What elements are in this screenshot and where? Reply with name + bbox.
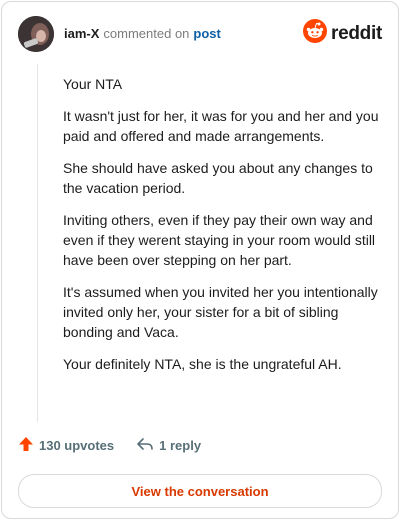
thread-line <box>37 64 38 422</box>
avatar[interactable] <box>18 16 54 52</box>
comment-paragraph: Your NTA <box>63 76 123 92</box>
comment-paragraph: Inviting others, even if they pay their … <box>63 212 376 268</box>
comment-header: iam-X commented on post reddit <box>18 16 382 52</box>
post-link[interactable]: post <box>193 26 220 41</box>
comment-actions: 130 upvotes 1 reply <box>18 436 201 455</box>
reddit-snoo-icon <box>303 19 328 48</box>
comment-paragraph: She should have asked you about any chan… <box>63 160 373 196</box>
commented-on-label: commented on <box>103 26 190 41</box>
reply-arrow-icon <box>136 436 154 455</box>
upvote-count: 130 upvotes <box>39 438 115 453</box>
comment-paragraph: It wasn't just for her, it was for you a… <box>63 108 379 144</box>
comment-paragraph: Your definitely NTA, she is the ungratef… <box>63 356 342 372</box>
view-conversation-button[interactable]: View the conversation <box>18 474 382 508</box>
reddit-wordmark: reddit <box>331 22 382 44</box>
upvote-button[interactable]: 130 upvotes <box>18 436 114 455</box>
comment-card: iam-X commented on post reddit Your NTA … <box>1 1 399 519</box>
reply-button[interactable]: 1 reply <box>136 436 201 455</box>
reply-count: 1 reply <box>159 438 202 453</box>
reddit-logo[interactable]: reddit <box>303 19 382 48</box>
arrow-up-icon <box>18 436 34 455</box>
comment-paragraph: It's assumed when you invited her you in… <box>63 284 378 340</box>
username[interactable]: iam-X <box>64 26 99 41</box>
comment-meta: iam-X commented on post <box>64 26 221 42</box>
comment-body: Your NTA It wasn't just for her, it was … <box>63 74 383 386</box>
